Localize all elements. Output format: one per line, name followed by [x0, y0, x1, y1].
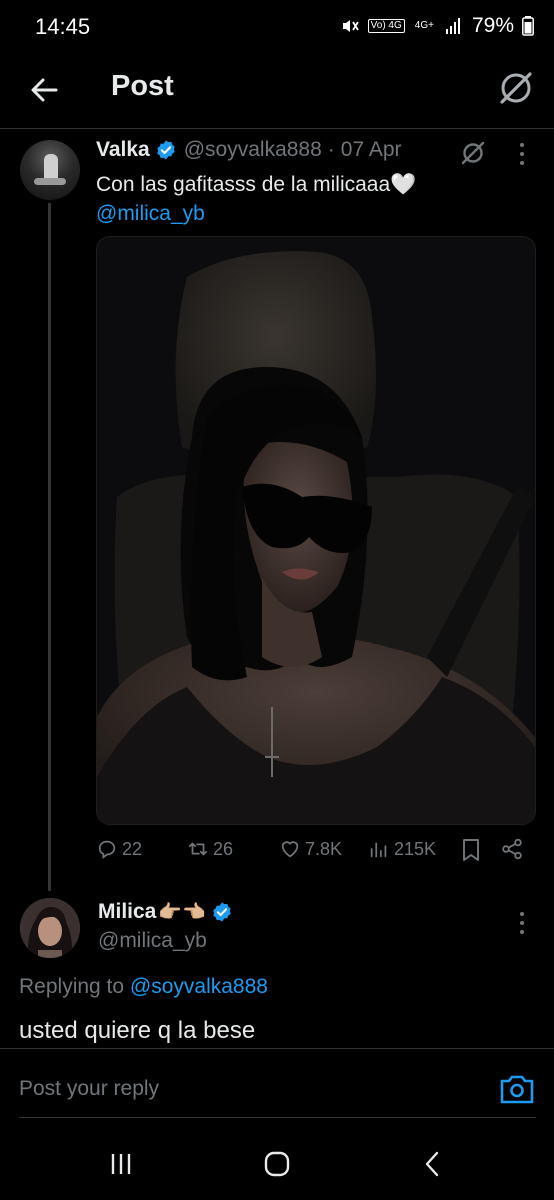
repost-icon — [188, 842, 208, 856]
heart-icon — [281, 841, 299, 858]
bookmark-icon[interactable] — [460, 838, 482, 862]
camera-icon[interactable] — [499, 1072, 535, 1106]
photo-illustration — [97, 237, 535, 824]
replying-prefix: Replying to — [19, 975, 125, 998]
thread-line — [48, 203, 51, 891]
reply-input[interactable] — [19, 1070, 479, 1108]
volte-icon: Vo) 4G — [367, 19, 405, 33]
network-type: 4G+ — [414, 20, 434, 31]
name-emoji: 👉🏼👈🏼 — [158, 902, 206, 923]
like-count: 7.8K — [305, 838, 343, 859]
status-time: 14:45 — [35, 14, 91, 39]
signal-icon — [445, 18, 460, 34]
recent-apps-icon[interactable] — [99, 1146, 143, 1182]
like-button[interactable]: 7.8K — [279, 838, 342, 860]
post-actions: 22 26 7.8K 215K — [96, 838, 534, 866]
reply-author-name[interactable]: Milica — [98, 900, 156, 924]
mute-icon — [342, 20, 359, 32]
status-bar: 14:45 Vo) 4G 4G+ 79% — [0, 0, 554, 56]
grok-icon[interactable] — [458, 138, 488, 168]
post-image[interactable] — [96, 236, 536, 825]
views-count: 215K — [394, 838, 437, 859]
divider — [0, 1048, 554, 1049]
reply-count: 22 — [122, 838, 143, 859]
mention-link[interactable]: @milica_yb — [96, 199, 205, 228]
reply-icon — [98, 840, 116, 859]
avatar[interactable] — [20, 140, 80, 200]
views-button[interactable]: 215K — [368, 838, 436, 860]
share-icon[interactable] — [501, 838, 523, 860]
replying-to-handle[interactable]: @soyvalka888 — [130, 975, 268, 998]
author-name[interactable]: Valka — [96, 138, 150, 162]
home-icon[interactable] — [255, 1146, 299, 1182]
grok-icon[interactable] — [494, 66, 538, 110]
separator: · — [327, 138, 335, 161]
more-options-icon[interactable] — [514, 140, 530, 168]
arrow-left-icon[interactable] — [24, 70, 64, 110]
replying-to: Replying to @soyvalka888 — [19, 975, 268, 999]
battery-icon — [522, 16, 534, 36]
system-navigation-bar — [0, 1128, 554, 1200]
top-bar: Post — [0, 56, 554, 129]
post-text: Con las gafitasss de la milicaaa🤍 — [96, 173, 417, 196]
more-options-icon[interactable] — [514, 909, 530, 937]
post-header: Valka @soyvalka888 · 07 Apr — [96, 137, 402, 163]
reply-text: usted quiere q la bese — [19, 1017, 256, 1044]
reply-author-handle[interactable]: @milica_yb — [98, 929, 207, 953]
status-icons: Vo) 4G 4G+ 79% — [340, 14, 534, 38]
verified-badge-icon — [157, 140, 175, 160]
reply-header: Milica 👉🏼👈🏼 — [98, 900, 233, 924]
battery-percent: 79% — [471, 14, 514, 37]
repost-count: 26 — [213, 838, 234, 859]
divider — [19, 1117, 536, 1118]
reply-button[interactable]: 22 — [96, 838, 142, 860]
verified-badge-icon — [212, 902, 231, 922]
author-handle[interactable]: @soyvalka888 — [184, 138, 322, 162]
repost-button[interactable]: 26 — [187, 838, 233, 860]
page-title: Post — [111, 70, 174, 102]
views-icon — [370, 842, 387, 858]
avatar[interactable] — [20, 898, 80, 958]
screen: 14:45 Vo) 4G 4G+ 79% Post Valka @soyvalk… — [0, 0, 554, 1200]
post-date: 07 Apr — [340, 138, 402, 161]
back-nav-icon[interactable] — [411, 1146, 455, 1182]
